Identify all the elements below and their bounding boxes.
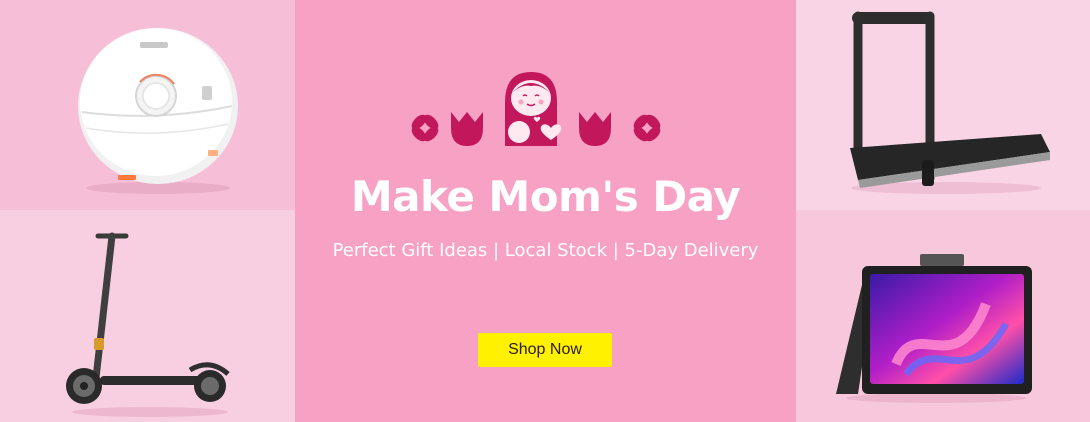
mother-child-heart-icon bbox=[505, 72, 562, 146]
electric-scooter-image bbox=[66, 232, 230, 417]
robot-vacuum-image bbox=[78, 28, 238, 194]
x-flower-icon bbox=[411, 114, 439, 142]
promo-center: Make Mom's Day Perfect Gift Ideas | Loca… bbox=[295, 0, 796, 422]
mini-laptop-image bbox=[836, 254, 1032, 403]
electric-scooter-panel[interactable] bbox=[0, 210, 295, 422]
robot-vacuum-panel[interactable] bbox=[0, 0, 295, 210]
mini-laptop-panel[interactable] bbox=[796, 210, 1090, 422]
x-flower-icon bbox=[633, 114, 661, 142]
mother-day-logo bbox=[411, 72, 661, 146]
promo-banner[interactable]: Make Mom's Day Perfect Gift Ideas | Loca… bbox=[0, 0, 1090, 422]
folding-treadmill-panel[interactable] bbox=[796, 0, 1090, 210]
tulip-icon bbox=[451, 112, 483, 146]
banner-title: Make Mom's Day bbox=[350, 172, 741, 221]
folding-treadmill-image bbox=[850, 11, 1050, 194]
banner-subtitle: Perfect Gift Ideas | Local Stock | 5-Day… bbox=[332, 240, 759, 261]
tulip-icon bbox=[579, 112, 611, 146]
shop-now-button[interactable]: Shop Now bbox=[478, 333, 612, 367]
